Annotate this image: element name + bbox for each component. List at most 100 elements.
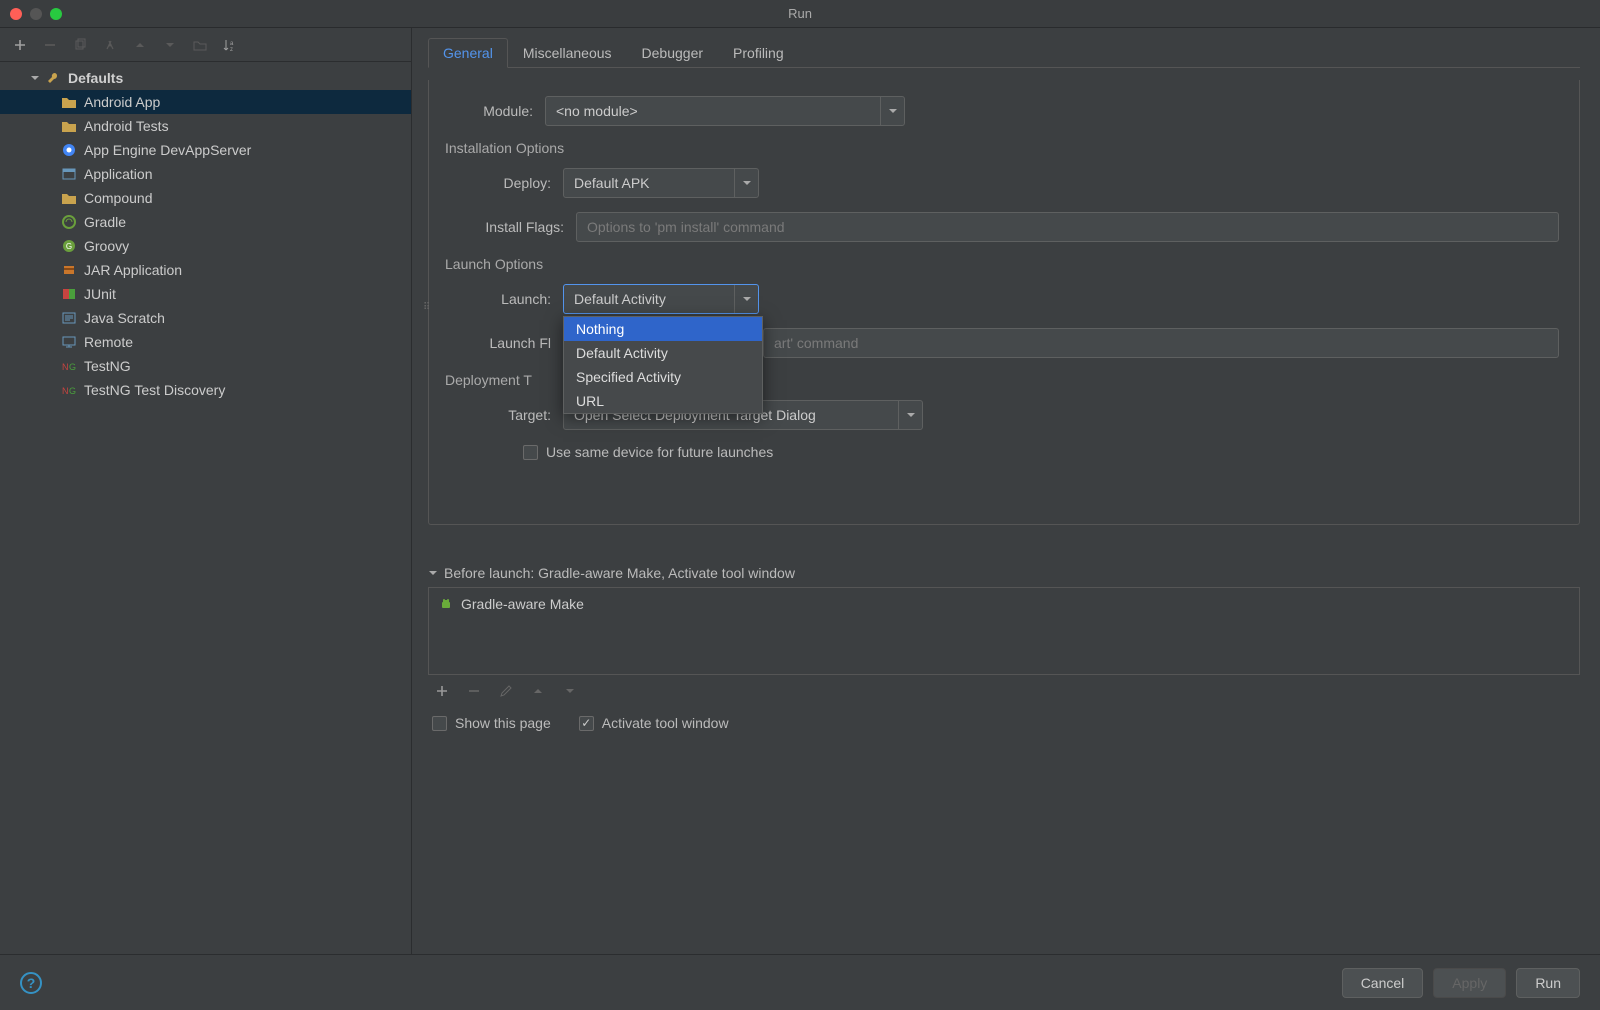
junit-icon: [60, 286, 78, 302]
module-select[interactable]: <no module>: [545, 96, 905, 126]
svg-text:z: z: [230, 47, 233, 52]
target-label: Target:: [467, 407, 563, 423]
svg-text:N: N: [62, 386, 69, 396]
sort-button[interactable]: az: [220, 35, 240, 55]
tree-item-android-app[interactable]: Android App: [0, 90, 411, 114]
tree-item-label: TestNG: [84, 358, 131, 374]
window-title: Run: [788, 6, 812, 21]
tree-item-jar[interactable]: JAR Application: [0, 258, 411, 282]
tree-item-label: Compound: [84, 190, 153, 206]
dialog-footer: ? Cancel Apply Run: [0, 954, 1600, 1010]
move-task-down-button: [560, 681, 580, 701]
tab-debugger[interactable]: Debugger: [627, 38, 719, 68]
tab-general[interactable]: General: [428, 38, 508, 68]
tab-miscellaneous[interactable]: Miscellaneous: [508, 38, 627, 68]
close-window-icon[interactable]: [10, 8, 22, 20]
deploy-label: Deploy:: [467, 175, 563, 191]
settings-button: [100, 35, 120, 55]
deploy-value: Default APK: [574, 175, 650, 191]
testng-icon: NG: [60, 358, 78, 374]
general-form: ⠿ Module: <no module> Installation Optio…: [428, 80, 1580, 525]
tree-item-junit[interactable]: JUnit: [0, 282, 411, 306]
sidebar-toolbar: az: [0, 28, 411, 62]
svg-text:G: G: [69, 362, 76, 372]
launch-flags-label: Launch Fl: [467, 335, 563, 351]
jar-icon: [60, 262, 78, 278]
launch-option-specified-activity[interactable]: Specified Activity: [564, 365, 762, 389]
tree-item-label: JUnit: [84, 286, 116, 302]
folder-button: [190, 35, 210, 55]
tabs: General Miscellaneous Debugger Profiling: [428, 38, 1580, 68]
folder-icon: [60, 190, 78, 206]
expand-icon: [428, 568, 438, 578]
installation-group-label: Installation Options: [445, 140, 1559, 156]
add-config-button[interactable]: [10, 35, 30, 55]
tree-item-gradle[interactable]: Gradle: [0, 210, 411, 234]
show-page-label: Show this page: [455, 715, 551, 731]
remove-config-button: [40, 35, 60, 55]
tree-item-remote[interactable]: Remote: [0, 330, 411, 354]
run-button[interactable]: Run: [1516, 968, 1580, 998]
apply-button: Apply: [1433, 968, 1506, 998]
install-flags-input[interactable]: [576, 212, 1559, 242]
before-launch-toolbar: [428, 675, 1580, 707]
help-button[interactable]: ?: [20, 972, 42, 994]
install-flags-label: Install Flags:: [467, 219, 576, 235]
appengine-icon: [60, 142, 78, 158]
tree-item-android-tests[interactable]: Android Tests: [0, 114, 411, 138]
tree-item-label: Android App: [84, 94, 160, 110]
tree-item-label: Remote: [84, 334, 133, 350]
tree-item-testng[interactable]: NG TestNG: [0, 354, 411, 378]
chevron-down-icon: [898, 401, 922, 429]
svg-text:G: G: [66, 242, 72, 251]
tab-profiling[interactable]: Profiling: [718, 38, 799, 68]
same-device-label: Use same device for future launches: [546, 444, 773, 460]
tree-item-testng-discovery[interactable]: NGTestNG Test Discovery: [0, 378, 411, 402]
tree-item-label: Application: [84, 166, 153, 182]
chevron-down-icon: [734, 169, 758, 197]
tree-item-java-scratch[interactable]: Java Scratch: [0, 306, 411, 330]
cancel-button[interactable]: Cancel: [1342, 968, 1424, 998]
testng-icon: NG: [60, 382, 78, 398]
add-task-button[interactable]: [432, 681, 452, 701]
activate-window-label: Activate tool window: [602, 715, 729, 731]
launch-value: Default Activity: [574, 291, 666, 307]
before-launch-item[interactable]: Gradle-aware Make: [433, 592, 1575, 616]
launch-option-url[interactable]: URL: [564, 389, 762, 413]
folder-icon: [60, 94, 78, 110]
tree-label: Defaults: [68, 70, 123, 86]
tree-item-label: JAR Application: [84, 262, 182, 278]
remote-icon: [60, 334, 78, 350]
deploy-select[interactable]: Default APK: [563, 168, 759, 198]
minimize-window-icon: [30, 8, 42, 20]
tree-item-groovy[interactable]: G Groovy: [0, 234, 411, 258]
folder-icon: [60, 118, 78, 134]
show-page-checkbox[interactable]: [432, 716, 447, 731]
resize-grip-icon[interactable]: ⠿: [423, 302, 428, 313]
tree-node-defaults[interactable]: Defaults: [0, 66, 411, 90]
groovy-icon: G: [60, 238, 78, 254]
gradle-icon: [60, 214, 78, 230]
configurations-sidebar: az Defaults Android App Android Tests Ap…: [0, 28, 412, 1010]
chevron-down-icon: [734, 285, 758, 313]
remove-task-button: [464, 681, 484, 701]
tree-item-appengine[interactable]: App Engine DevAppServer: [0, 138, 411, 162]
same-device-checkbox[interactable]: [523, 445, 538, 460]
copy-config-button: [70, 35, 90, 55]
content-panel: General Miscellaneous Debugger Profiling…: [412, 28, 1600, 1010]
expand-icon: [30, 73, 44, 83]
tree-item-label: Android Tests: [84, 118, 169, 134]
launch-option-default-activity[interactable]: Default Activity: [564, 341, 762, 365]
move-up-button: [130, 35, 150, 55]
tree-item-compound[interactable]: Compound: [0, 186, 411, 210]
before-launch-title: Before launch: Gradle-aware Make, Activa…: [444, 565, 795, 581]
tree-item-application[interactable]: Application: [0, 162, 411, 186]
before-launch-header[interactable]: Before launch: Gradle-aware Make, Activa…: [428, 565, 1580, 581]
maximize-window-icon[interactable]: [50, 8, 62, 20]
android-icon: [439, 597, 453, 611]
activate-window-checkbox[interactable]: [579, 716, 594, 731]
launch-option-nothing[interactable]: Nothing: [564, 317, 762, 341]
tree-item-label: Groovy: [84, 238, 129, 254]
launch-flags-input[interactable]: [763, 328, 1559, 358]
launch-select[interactable]: Default Activity: [563, 284, 759, 314]
